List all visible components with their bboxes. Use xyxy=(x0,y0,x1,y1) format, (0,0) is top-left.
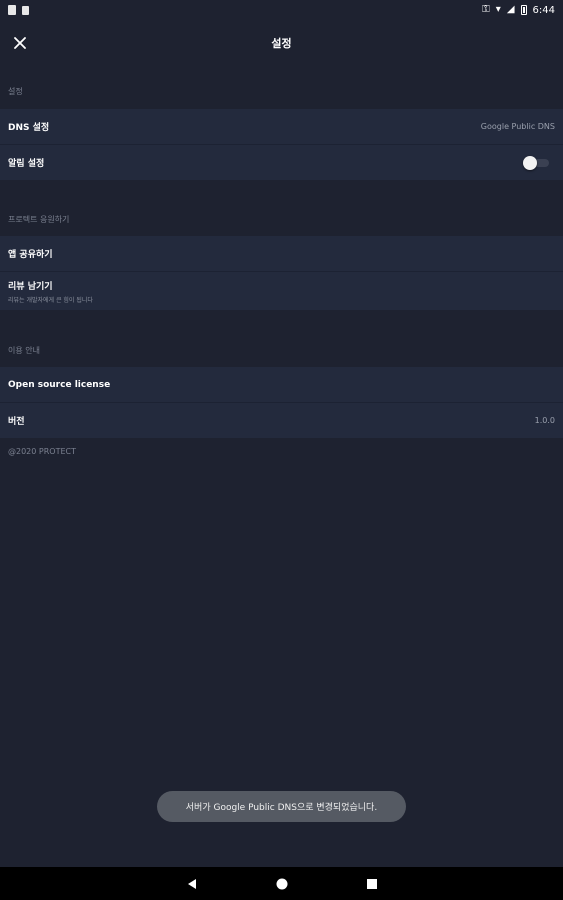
close-button[interactable] xyxy=(6,29,34,57)
close-icon xyxy=(14,37,26,49)
back-button[interactable] xyxy=(185,877,199,891)
home-button[interactable] xyxy=(275,877,289,891)
navigation-bar xyxy=(0,867,563,900)
share-app-row[interactable]: 앱 공유하기 xyxy=(0,236,563,271)
back-icon xyxy=(188,879,196,889)
version-value: 1.0.0 xyxy=(534,416,555,425)
recents-icon xyxy=(367,879,377,889)
share-app-label: 앱 공유하기 xyxy=(8,250,53,260)
wifi-icon: ▾ xyxy=(495,4,501,15)
sd-card-icon xyxy=(8,5,16,15)
vpn-key-icon: ⚿ xyxy=(482,4,490,15)
dns-settings-value: Google Public DNS xyxy=(480,122,555,131)
status-time: 6:44 xyxy=(532,4,555,16)
open-source-license-row[interactable]: Open source license xyxy=(0,367,563,402)
signal-icon: ◢ xyxy=(506,4,515,15)
copyright-text: @2020 PROTECT xyxy=(8,447,76,456)
status-bar: ⚿ ▾ ◢ 6:44 xyxy=(0,0,563,20)
version-row: 버전 1.0.0 xyxy=(0,403,563,438)
dns-settings-row[interactable]: DNS 설정 Google Public DNS xyxy=(0,109,563,144)
status-right: ⚿ ▾ ◢ 6:44 xyxy=(482,5,555,16)
toggle-thumb xyxy=(523,155,537,170)
home-icon xyxy=(276,878,288,890)
status-left xyxy=(8,5,29,15)
notification-toggle[interactable] xyxy=(523,155,549,170)
notification-settings-label: 알림 설정 xyxy=(8,159,45,169)
version-label: 버전 xyxy=(8,417,25,427)
section-header-support: 프로텍트 응원하기 xyxy=(8,215,70,224)
open-source-license-label: Open source license xyxy=(8,379,111,390)
section-header-settings: 설정 xyxy=(8,87,23,96)
battery-icon xyxy=(520,5,527,15)
review-label: 리뷰 남기기 xyxy=(8,281,53,292)
page-title: 설정 xyxy=(271,37,292,50)
toast-message: 서버가 Google Public DNS으로 변경되었습니다. xyxy=(157,791,406,822)
app-bar: 설정 xyxy=(0,20,563,66)
review-sublabel: 리뷰는 개발자에게 큰 힘이 됩니다 xyxy=(8,296,93,304)
dns-settings-label: DNS 설정 xyxy=(8,123,50,133)
recents-button[interactable] xyxy=(365,877,379,891)
notification-settings-row[interactable]: 알림 설정 xyxy=(0,145,563,180)
section-header-usage: 이용 안내 xyxy=(8,346,40,355)
review-text: 리뷰 남기기 리뷰는 개발자에게 큰 힘이 됩니다 xyxy=(8,279,93,304)
review-row[interactable]: 리뷰 남기기 리뷰는 개발자에게 큰 힘이 됩니다 xyxy=(0,272,563,310)
notification-icon xyxy=(22,5,29,15)
